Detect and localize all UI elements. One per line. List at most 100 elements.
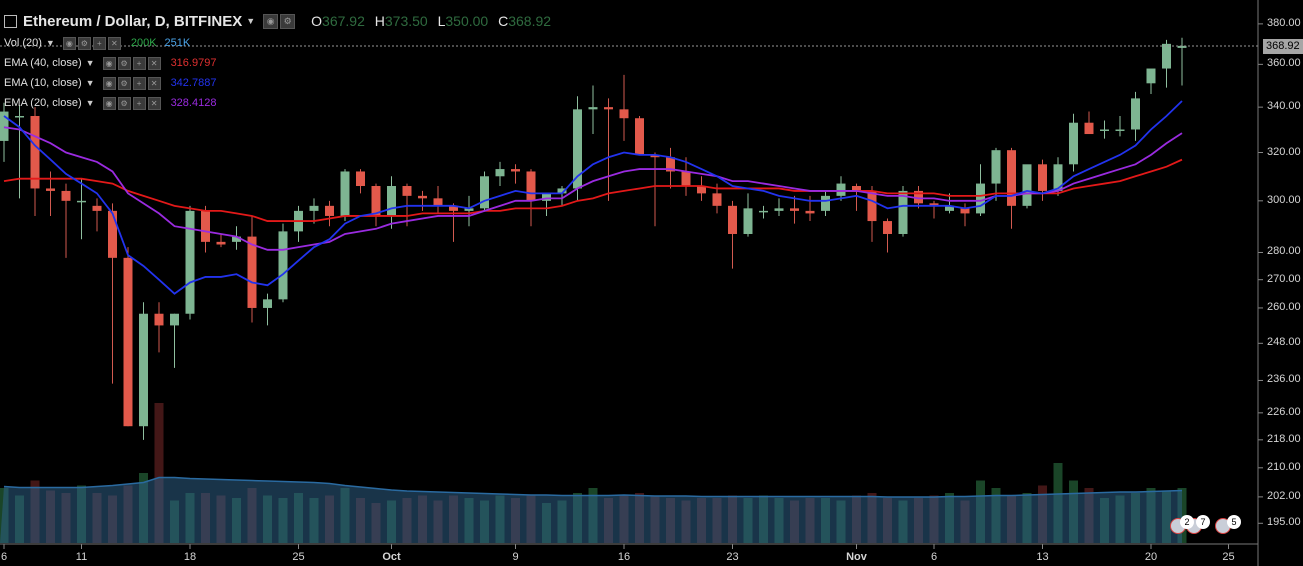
chevron-down-icon[interactable]: ▼ (86, 98, 95, 108)
candle-down (46, 188, 55, 191)
x-tick-label: 13 (1036, 551, 1049, 563)
candle-down (635, 118, 644, 155)
indicator-value: 200K (130, 37, 157, 49)
candle-up (743, 208, 753, 234)
y-tick-label: 270.00 (1267, 272, 1301, 285)
indicator-ema20[interactable]: EMA (20, close) ▼ ◉ ⚙ + ✕ 328.4128 (4, 95, 216, 111)
candle-up (821, 195, 830, 211)
close-icon[interactable]: ✕ (147, 76, 161, 90)
indicator-value: 316.9797 (170, 57, 217, 69)
candle-down (867, 190, 877, 222)
plus-icon[interactable]: + (132, 76, 146, 90)
chevron-down-icon[interactable]: ▼ (246, 16, 255, 26)
eye-icon[interactable]: ◉ (62, 36, 76, 50)
indicator-value: 342.7887 (170, 77, 217, 89)
candle-up (991, 150, 1001, 184)
event-count-badge: 5 (1227, 515, 1241, 529)
indicator-label: EMA (40, close) (4, 57, 82, 69)
eye-icon[interactable]: ◉ (102, 56, 116, 70)
candle-down (805, 210, 815, 214)
plus-icon[interactable]: + (132, 56, 146, 70)
candle-up (170, 313, 179, 326)
indicator-ema40[interactable]: EMA (40, close) ▼ ◉ ⚙ + ✕ 316.9797 (4, 55, 216, 71)
gear-icon[interactable]: ⚙ (117, 56, 131, 70)
candle-up (898, 190, 908, 234)
candle-up (263, 299, 272, 308)
x-tick-label: 25 (292, 551, 305, 563)
y-tick-label: 236.00 (1267, 373, 1301, 386)
indicator-label: EMA (10, close) (4, 77, 82, 89)
x-tick-label: Nov (846, 551, 867, 563)
y-tick-label: 260.00 (1267, 300, 1301, 313)
gear-icon[interactable]: ⚙ (117, 96, 131, 110)
ema40-line (3, 158, 1183, 222)
candle-down (418, 195, 427, 199)
symbol-title[interactable]: Ethereum / Dollar, D, BITFINEX (23, 13, 242, 30)
event-count-badge: 7 (1196, 515, 1210, 529)
plus-icon[interactable]: + (92, 36, 106, 50)
candle-down (30, 116, 40, 189)
candle-up (278, 231, 288, 300)
open-value: 367.92 (322, 13, 365, 29)
y-tick-label: 320.00 (1267, 145, 1301, 158)
x-tick-label: 25 (1222, 551, 1235, 563)
y-tick-label: 218.00 (1267, 432, 1301, 445)
plus-icon[interactable]: + (132, 96, 146, 110)
candle-up (480, 176, 489, 209)
indicator-value: 328.4128 (170, 97, 217, 109)
last-price-label: 368.92 (1263, 39, 1303, 55)
candle-down (402, 186, 412, 196)
y-tick-label: 300.00 (1267, 193, 1301, 206)
chevron-down-icon[interactable]: ▼ (86, 58, 95, 68)
candle-down (247, 236, 257, 308)
y-tick-label: 248.00 (1267, 336, 1301, 349)
chart-header: Ethereum / Dollar, D, BITFINEX ▼ ◉ ⚙ O36… (4, 10, 551, 32)
candle-down (681, 171, 691, 187)
candle-up (1146, 68, 1156, 84)
gear-icon[interactable]: ⚙ (280, 13, 296, 29)
chevron-down-icon[interactable]: ▼ (46, 38, 55, 48)
x-tick-label: 11 (75, 551, 88, 563)
candle-up (976, 183, 985, 214)
candle-up (774, 208, 784, 211)
collapse-icon[interactable] (4, 14, 17, 28)
candle-down (1084, 122, 1094, 135)
eye-icon[interactable]: ◉ (263, 13, 279, 29)
candle-up (139, 313, 148, 427)
y-tick-label: 280.00 (1267, 245, 1301, 258)
candle-up (1162, 43, 1171, 69)
eye-icon[interactable]: ◉ (102, 76, 116, 90)
candle-down (61, 190, 71, 201)
gear-icon[interactable]: ⚙ (77, 36, 91, 50)
y-tick-label: 202.00 (1267, 489, 1301, 502)
candle-down (712, 193, 722, 206)
candle-up (836, 183, 846, 196)
x-tick-label: 9 (512, 551, 519, 563)
candle-up (387, 186, 396, 216)
candle-down (883, 221, 892, 234)
close-icon[interactable]: ✕ (107, 36, 121, 50)
x-tick-label: 18 (183, 551, 197, 563)
candle-down (92, 205, 102, 211)
indicator-vol[interactable]: Vol (20) ▼ ◉ ⚙ + ✕ 200K 251K (4, 35, 190, 51)
close-icon[interactable]: ✕ (147, 56, 161, 70)
candle-down (108, 210, 117, 258)
event-count-badge: 2 (1180, 515, 1194, 529)
close-icon[interactable]: ✕ (147, 96, 161, 110)
chevron-down-icon[interactable]: ▼ (86, 78, 95, 88)
x-tick-label: 20 (1144, 551, 1158, 563)
eye-icon[interactable]: ◉ (102, 96, 116, 110)
candle-down (1007, 150, 1016, 206)
candle-down (123, 257, 133, 427)
volume-ma-area (0, 477, 1182, 543)
candle-up (495, 169, 505, 177)
candle-down (433, 198, 443, 206)
y-tick-label: 340.00 (1267, 100, 1301, 113)
candle-up (588, 107, 598, 110)
gear-icon[interactable]: ⚙ (117, 76, 131, 90)
candle-up (15, 116, 24, 118)
high-value: 373.50 (384, 13, 428, 29)
candle-down (790, 208, 799, 211)
candle-down (604, 107, 613, 110)
indicator-ema10[interactable]: EMA (10, close) ▼ ◉ ⚙ + ✕ 342.7887 (4, 75, 216, 91)
